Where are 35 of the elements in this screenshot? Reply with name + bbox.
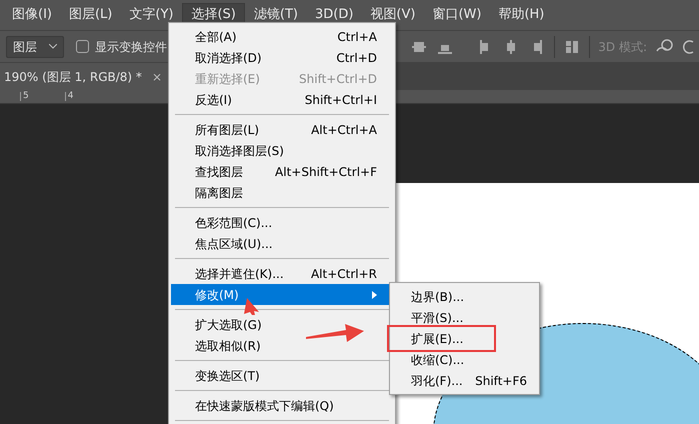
layer-dropdown[interactable]: 图层 [6, 36, 64, 58]
menu-item[interactable]: 色彩范围(C)... [171, 212, 288, 233]
checkbox[interactable] [76, 40, 89, 53]
submenu-item[interactable]: 收缩(C)... [390, 349, 493, 370]
menu-item[interactable]: 取消选择图层(S) [171, 140, 300, 161]
submenu-item[interactable]: 羽化(F)... Shift+F6 [390, 370, 539, 391]
submenu-item[interactable]: 平滑(S)... [390, 307, 493, 328]
arrow-annotation [306, 324, 364, 342]
menu-bar-item[interactable]: 文字(Y) [121, 3, 182, 27]
ruler-number: 5 [20, 92, 29, 101]
menu-item[interactable]: 扩大选取(G) [171, 314, 278, 335]
menu-item[interactable]: 焦点区域(U)... [171, 233, 289, 254]
menu-item[interactable]: 选择并遮住(K)... Alt+Ctrl+R [171, 263, 393, 284]
chevron-down-icon [49, 44, 57, 49]
menu-item[interactable]: 所有图层(L) Alt+Ctrl+A [171, 119, 393, 140]
menu-bar-item[interactable]: 图像(I) [4, 3, 60, 27]
rotate-icon[interactable] [683, 38, 695, 54]
menu-item[interactable]: 取消选择(D) Ctrl+D [171, 47, 393, 68]
menu-item[interactable]: 隔离图层 [171, 182, 259, 203]
menu-item[interactable]: 查找图层 Alt+Shift+Ctrl+F [171, 161, 393, 182]
submenu-arrow-icon [372, 290, 377, 298]
menu-bar-item[interactable]: 帮助(H) [490, 3, 552, 27]
menu-item[interactable]: 反选(I) Shift+Ctrl+I [171, 89, 393, 110]
arrow-annotation [243, 298, 259, 315]
menu-item[interactable]: 选取相似(R) [171, 335, 277, 356]
menu-item[interactable]: 全部(A) Ctrl+A [171, 26, 393, 47]
submenu-item[interactable]: 边界(B)... [390, 286, 493, 307]
submenu-item[interactable]: 扩展(E)... [390, 328, 493, 349]
menu-bar-item[interactable]: 图层(L) [60, 3, 120, 27]
menu-bar-item[interactable]: 窗口(W) [424, 3, 490, 27]
menu-item[interactable]: 在快速蒙版模式下编辑(Q) [171, 395, 350, 416]
menu-item[interactable]: 变换选区(T) [171, 365, 276, 386]
ruler-number: 4 [64, 92, 74, 101]
close-icon[interactable]: × [152, 68, 162, 86]
checkbox-label: 显示变换控件 [95, 38, 167, 56]
